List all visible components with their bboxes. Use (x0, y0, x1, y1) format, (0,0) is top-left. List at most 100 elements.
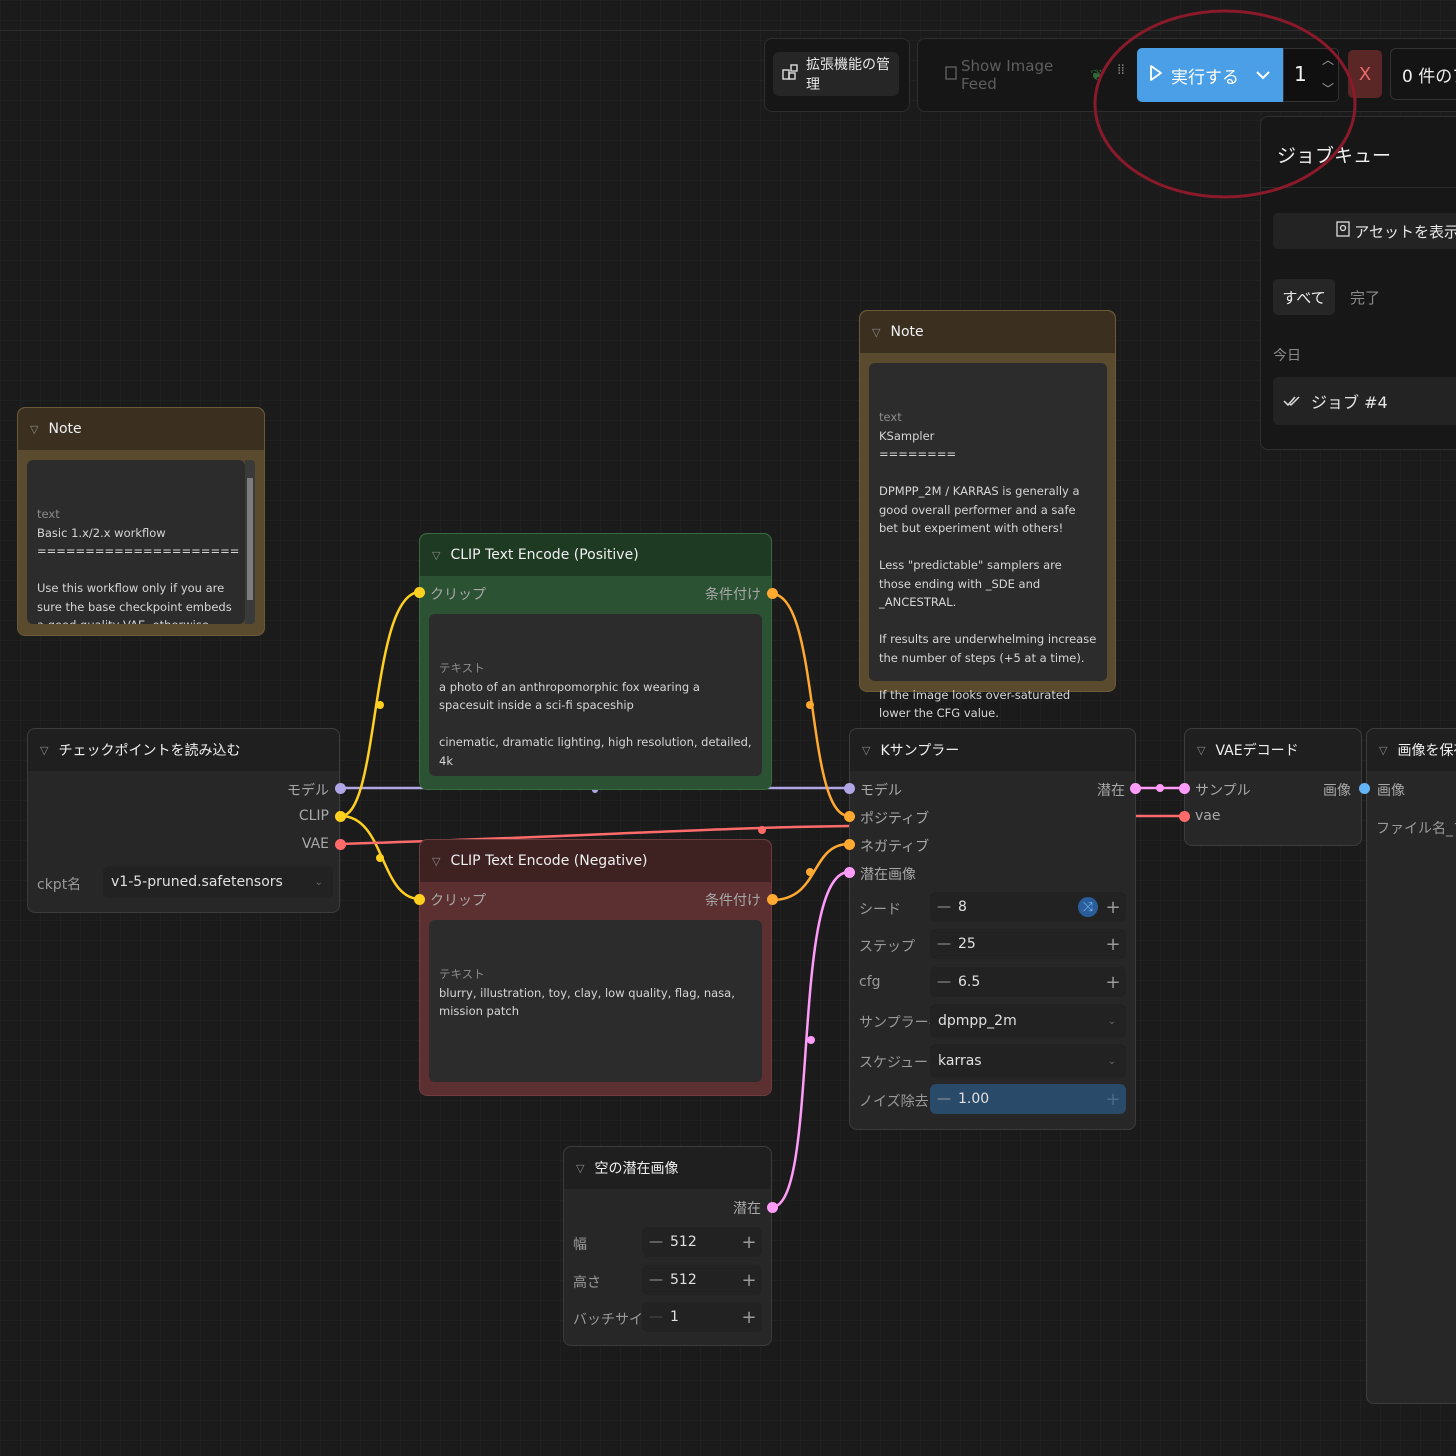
note-node-ksampler[interactable]: ▽ Note text KSampler ======== DPMPP_2M / … (859, 310, 1116, 720)
slot-dot-vae-vae[interactable] (1179, 811, 1190, 822)
tab-done[interactable]: 完了 (1350, 287, 1380, 308)
show-assets-button[interactable]: アセットを表示 (1273, 213, 1456, 249)
collapse-icon[interactable]: ▽ (30, 423, 38, 436)
slot-dot-ks-positive[interactable] (844, 811, 855, 822)
minus-icon[interactable]: — (930, 1091, 958, 1107)
scrollbar[interactable] (245, 460, 255, 624)
node-header[interactable]: ▽ Note (860, 311, 1115, 353)
node-header[interactable]: ▽ 画像を保存 (1367, 729, 1456, 771)
queue-status-button[interactable]: 0 件のア (1390, 48, 1456, 100)
clip-text-encode-negative-node[interactable]: ▽ CLIP Text Encode (Negative) クリップ 条件付け … (419, 839, 772, 1096)
node-header[interactable]: ▽ Kサンプラー (850, 729, 1135, 771)
slot-dot-ks-negative[interactable] (844, 839, 855, 850)
collapse-icon[interactable]: ▽ (862, 744, 870, 757)
slot-dot-neg-cond[interactable] (767, 894, 778, 905)
height-stepper[interactable]: — 512 + (642, 1265, 762, 1295)
clip-text-encode-positive-node[interactable]: ▽ CLIP Text Encode (Positive) クリップ 条件付け … (419, 533, 772, 790)
slot-dot-checkpoint-model[interactable] (335, 783, 346, 794)
batch-count-value[interactable]: 1 (1294, 62, 1307, 86)
node-header[interactable]: ▽ VAEデコード (1185, 729, 1361, 771)
ckpt-name-select[interactable]: v1-5-pruned.safetensors ⌄ (103, 866, 333, 898)
batch-count-stepper[interactable]: 1 ︿ ﹀ (1283, 48, 1339, 102)
cfg-value[interactable]: 6.5 (958, 974, 980, 990)
denoise-slider[interactable]: — 1.00 + (930, 1084, 1126, 1114)
plus-icon[interactable]: + (736, 1232, 762, 1253)
batch-size-stepper[interactable]: — 1 + (642, 1302, 762, 1332)
slot-dot-pos-clip[interactable] (414, 587, 425, 598)
node-header[interactable]: ▽ CLIP Text Encode (Negative) (420, 840, 771, 882)
job-row[interactable]: ジョブ #4 (1273, 377, 1456, 425)
minus-icon[interactable]: — (642, 1272, 670, 1288)
vae-decode-node[interactable]: ▽ VAEデコード サンプル vae 画像 (1184, 728, 1362, 846)
increment-icon[interactable]: ︿ (1322, 51, 1334, 68)
slot-dot-checkpoint-clip[interactable] (335, 811, 346, 822)
drag-handle-icon[interactable]: ⁞⁞ (1117, 62, 1125, 78)
collapse-icon[interactable]: ▽ (432, 549, 440, 562)
save-image-node[interactable]: ▽ 画像を保存 画像 ファイル名_プレ (1366, 728, 1456, 1404)
slot-dot-vae-image[interactable] (1359, 783, 1370, 794)
decrement-icon[interactable]: ﹀ (1322, 80, 1334, 97)
collapse-icon[interactable]: ▽ (576, 1162, 584, 1175)
cancel-run-button[interactable]: X (1348, 50, 1382, 98)
collapse-icon[interactable]: ▽ (1197, 744, 1205, 757)
note-text-area[interactable]: text Basic 1.x/2.x workflow =============… (27, 460, 245, 624)
scheduler-select[interactable]: karras ⌄ (930, 1044, 1126, 1078)
steps-value[interactable]: 25 (958, 936, 976, 952)
note-node-basic[interactable]: ▽ Note text Basic 1.x/2.x workflow ======… (17, 407, 265, 636)
node-header[interactable]: ▽ チェックポイントを読み込む (28, 729, 339, 771)
prompt-text-area[interactable]: テキスト a photo of an anthropomorphic fox we… (429, 614, 762, 776)
plus-icon[interactable]: + (1100, 972, 1126, 993)
slot-dot-neg-clip[interactable] (414, 894, 425, 905)
filename-prefix-label[interactable]: ファイル名_プレ (1376, 818, 1456, 838)
note-text-area[interactable]: text KSampler ======== DPMPP_2M / KARRAS … (869, 363, 1107, 720)
manage-extensions-label: 拡張機能の管理 (806, 57, 890, 93)
denoise-value[interactable]: 1.00 (958, 1091, 989, 1107)
plus-icon[interactable]: + (1100, 897, 1126, 918)
slot-dot-ks-latent[interactable] (844, 867, 855, 878)
plus-icon[interactable]: + (736, 1307, 762, 1328)
link-negative-midpoint (806, 868, 814, 876)
slot-dot-vae-samples[interactable] (1179, 783, 1190, 794)
seed-value[interactable]: 8 (958, 899, 967, 915)
width-stepper[interactable]: — 512 + (642, 1227, 762, 1257)
node-header[interactable]: ▽ Note (18, 408, 264, 450)
ksampler-node[interactable]: ▽ Kサンプラー モデル ポジティブ ネガティブ 潜在画像 潜在 シード — 8… (849, 728, 1136, 1130)
minus-icon[interactable]: — (642, 1309, 670, 1325)
plus-icon[interactable]: + (1100, 1089, 1126, 1110)
plus-icon[interactable]: + (1100, 934, 1126, 955)
minus-icon[interactable]: — (642, 1234, 670, 1250)
slot-dot-ks-model[interactable] (844, 783, 855, 794)
batch-size-value[interactable]: 1 (670, 1309, 679, 1325)
width-value[interactable]: 512 (670, 1234, 697, 1250)
slot-dot-ks-out-latent[interactable] (1130, 783, 1141, 794)
plus-icon[interactable]: + (736, 1270, 762, 1291)
collapse-icon[interactable]: ▽ (432, 855, 440, 868)
minus-icon[interactable]: — (930, 936, 958, 952)
scrollbar-thumb[interactable] (247, 478, 253, 600)
slot-dot-checkpoint-vae[interactable] (335, 839, 346, 850)
sampler-name-select[interactable]: dpmpp_2m ⌄ (930, 1004, 1126, 1038)
node-header[interactable]: ▽ 空の潜在画像 (564, 1147, 771, 1189)
minus-icon[interactable]: — (930, 974, 958, 990)
show-image-feed-button[interactable]: Show Image Feed ❦ (933, 56, 1103, 94)
collapse-icon[interactable]: ▽ (40, 744, 48, 757)
manage-extensions-button[interactable]: 拡張機能の管理 (773, 52, 899, 96)
minus-icon[interactable]: — (930, 899, 958, 915)
slot-dot-latent-out[interactable] (767, 1202, 778, 1213)
node-header[interactable]: ▽ CLIP Text Encode (Positive) (420, 534, 771, 576)
steps-stepper[interactable]: — 25 + (930, 929, 1126, 959)
collapse-icon[interactable]: ▽ (1379, 744, 1387, 757)
tab-all[interactable]: すべて (1273, 279, 1335, 315)
link-latent-image (771, 870, 850, 1209)
randomize-icon[interactable]: ⤨ (1078, 897, 1098, 917)
cfg-stepper[interactable]: — 6.5 + (930, 967, 1126, 997)
slot-dot-pos-cond[interactable] (767, 588, 778, 599)
run-button[interactable]: 実行する (1137, 48, 1283, 102)
height-value[interactable]: 512 (670, 1272, 697, 1288)
chevron-down-icon[interactable] (1255, 65, 1271, 85)
checkpoint-loader-node[interactable]: ▽ チェックポイントを読み込む モデル CLIP VAE ckpt名 v1-5-… (27, 728, 340, 913)
prompt-text-area[interactable]: テキスト blurry, illustration, toy, clay, low… (429, 920, 762, 1082)
empty-latent-image-node[interactable]: ▽ 空の潜在画像 潜在 幅 — 512 + 高さ — 512 + バッチサイズ … (563, 1146, 772, 1346)
collapse-icon[interactable]: ▽ (872, 326, 880, 339)
seed-stepper[interactable]: — 8 ⤨ + (930, 892, 1126, 922)
